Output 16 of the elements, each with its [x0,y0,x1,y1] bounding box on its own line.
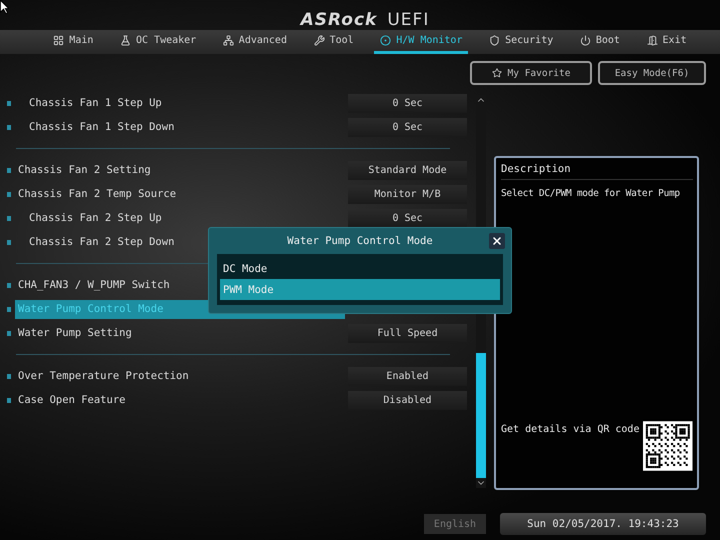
setting-label: Water Pump Setting [17,326,132,341]
setting-label: Chassis Fan 2 Temp Source [17,187,176,202]
description-title: Description [501,158,693,180]
setting-label: Over Temperature Protection [17,369,189,384]
date-time: Sun 02/05/2017. 19:43:23 [500,513,706,535]
setting-label: Chassis Fan 1 Step Down [28,120,174,135]
setting-label: Chassis Fan 2 Step Down [28,235,174,250]
logo: ASRock UEFI [300,10,430,30]
setting-label: Chassis Fan 2 Step Up [28,211,162,226]
setting-label: Chassis Fan 1 Step Up [28,96,162,111]
qr-caption: Get details via QR code [501,424,640,435]
dialog-title: Water Pump Control Mode [287,235,433,247]
setting-label: Chassis Fan 2 Setting [17,163,151,178]
setting-label: CHA_FAN3 / W_PUMP Switch [17,278,170,293]
setting-label: Case Open Feature [17,393,126,408]
description-text: Select DC/PWM mode for Water Pump [501,188,680,199]
